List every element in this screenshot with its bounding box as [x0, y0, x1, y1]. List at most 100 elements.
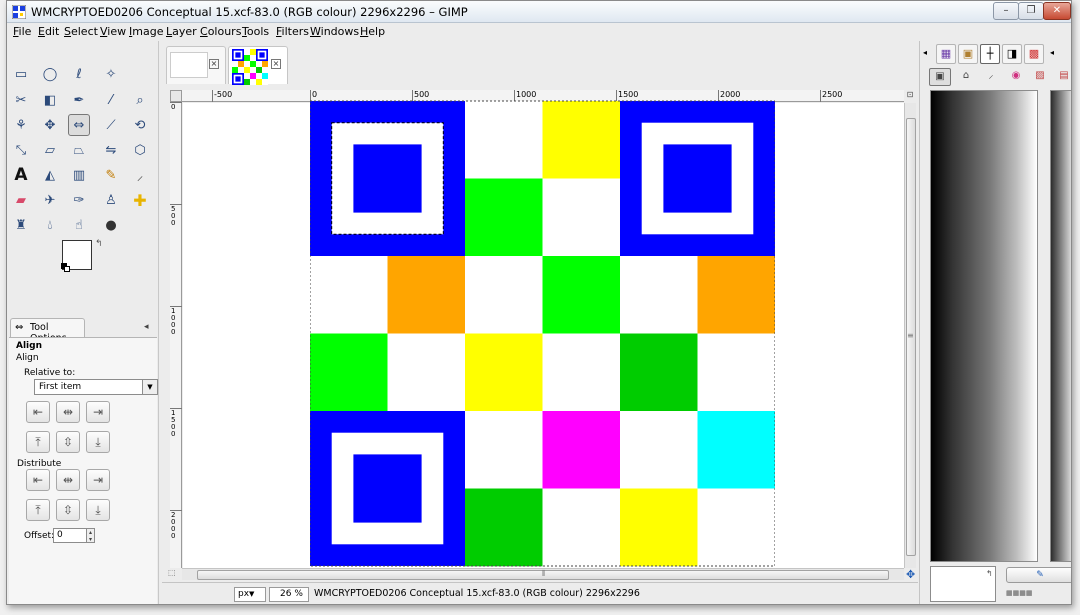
tab-gradients[interactable]: ◨: [1002, 44, 1022, 64]
menu-view[interactable]: View: [100, 25, 126, 38]
image-canvas[interactable]: [310, 100, 775, 567]
crop-tool-icon[interactable]: ⟋: [100, 114, 122, 136]
pencil-tool-icon[interactable]: ✎: [100, 164, 122, 186]
distribute-middle-button[interactable]: ⇳: [56, 499, 80, 521]
horizontal-scrollbar[interactable]: ⦀: [182, 568, 904, 580]
vertical-scrollbar[interactable]: ≡: [904, 103, 916, 568]
paths-tool-icon[interactable]: ✒: [68, 89, 90, 111]
measure-tool-icon[interactable]: ⚘: [10, 114, 32, 136]
foreground-select-icon[interactable]: ◧: [39, 89, 61, 111]
align-tool-icon[interactable]: ⇔: [68, 114, 90, 136]
align-bottom-button[interactable]: ⤓: [86, 431, 110, 453]
perspective-tool-icon[interactable]: ⏢: [68, 139, 90, 161]
tab-fonts[interactable]: ▤: [1053, 68, 1071, 86]
tab-palettes[interactable]: ▩: [1024, 44, 1044, 64]
canvas-cell: [697, 488, 775, 567]
gradient-preview[interactable]: [930, 90, 1038, 562]
eraser-tool-icon[interactable]: ▰: [10, 189, 32, 211]
ellipse-select-tool-icon[interactable]: ◯: [39, 63, 61, 85]
perspective-clone-icon[interactable]: ♜: [10, 214, 32, 236]
menu-image[interactable]: Image: [129, 25, 163, 38]
menu-tools[interactable]: Tools: [242, 25, 269, 38]
tab-colour-picker[interactable]: ◉: [1005, 68, 1027, 86]
menu-file[interactable]: File: [13, 25, 31, 38]
close-icon[interactable]: ×: [209, 59, 219, 69]
menu-colours[interactable]: Colours: [200, 25, 241, 38]
close-icon[interactable]: ×: [271, 59, 281, 69]
align-middle-button[interactable]: ⇳: [56, 431, 80, 453]
distribute-left-button[interactable]: ⇤: [26, 469, 50, 491]
swap-colors-icon[interactable]: ↰: [95, 239, 103, 249]
dodge-burn-tool-icon[interactable]: ●: [100, 214, 122, 236]
tab-patterns[interactable]: ▦: [936, 44, 956, 64]
distribute-top-button[interactable]: ⤒: [26, 499, 50, 521]
airbrush-tool-icon[interactable]: ✈: [39, 189, 61, 211]
align-top-button[interactable]: ⤒: [26, 431, 50, 453]
tab-menu-icon[interactable]: ◂: [923, 48, 927, 57]
image-tab-2[interactable]: ×: [228, 46, 288, 85]
align-center-button[interactable]: ⇹: [56, 401, 80, 423]
gradient-list-preview[interactable]: [1050, 90, 1071, 562]
quick-mask-icon[interactable]: ⬚: [168, 568, 180, 580]
edit-button[interactable]: ✎: [1006, 567, 1071, 583]
distribute-bottom-button[interactable]: ⤓: [86, 499, 110, 521]
menu-edit[interactable]: Edit: [38, 25, 59, 38]
flip-tool-icon[interactable]: ⇋: [100, 139, 122, 161]
default-colors-icon[interactable]: [61, 263, 71, 273]
lasso-tool-icon[interactable]: ℓ: [68, 63, 90, 85]
shear-tool-icon[interactable]: ▱: [39, 139, 61, 161]
menu-select[interactable]: Select: [64, 25, 98, 38]
cage-transform-icon[interactable]: ⬡: [129, 139, 151, 161]
fuzzy-select-tool-icon[interactable]: ✧: [100, 63, 122, 85]
zoom-tool-icon[interactable]: ⌕: [129, 89, 151, 111]
blur-tool-icon[interactable]: 💧︎: [39, 214, 61, 236]
align-left-button[interactable]: ⇤: [26, 401, 50, 423]
tab-device-status[interactable]: ⌂: [955, 68, 977, 86]
vertical-ruler[interactable]: 0 500 1000 1500 2000: [170, 102, 182, 568]
heal-tool-icon[interactable]: ✚: [129, 189, 151, 211]
tab-brush-dynamics[interactable]: ⸝: [980, 68, 1002, 86]
move-tool-icon[interactable]: ✥: [39, 114, 61, 136]
menu-layer[interactable]: Layer: [166, 25, 197, 38]
unit-select[interactable]: px▼: [234, 587, 266, 602]
zoom-image-icon[interactable]: ⊡: [904, 90, 916, 102]
tab-brushes[interactable]: ┼: [980, 44, 1000, 64]
maximize-button[interactable]: ❐: [1018, 2, 1044, 20]
tab-colours[interactable]: ▨: [1029, 68, 1051, 86]
ruler-label: 0: [171, 103, 176, 111]
scissors-tool-icon[interactable]: ✂: [10, 89, 32, 111]
bucket-fill-tool-icon[interactable]: ◭: [39, 164, 61, 186]
menu-filters[interactable]: Filters: [276, 25, 309, 38]
align-right-button[interactable]: ⇥: [86, 401, 110, 423]
relative-to-select[interactable]: First item ▼: [34, 379, 158, 395]
paintbrush-tool-icon[interactable]: ⸝: [129, 164, 151, 186]
tab-tool-presets[interactable]: ▣: [929, 68, 951, 86]
distribute-right-button[interactable]: ⇥: [86, 469, 110, 491]
clone-tool-icon[interactable]: ♙: [100, 189, 122, 211]
zoom-select[interactable]: 26 %: [269, 587, 309, 602]
rotate-tool-icon[interactable]: ⟲: [129, 114, 151, 136]
tab-menu-icon[interactable]: ◂: [144, 322, 149, 332]
image-tab-1[interactable]: ×: [166, 46, 226, 84]
color-picker-tool-icon[interactable]: ⁄: [100, 89, 122, 111]
offset-stepper[interactable]: ▴ ▾: [87, 528, 95, 543]
tab-gradients-preset[interactable]: ▣: [958, 44, 978, 64]
ruler-corner[interactable]: [170, 90, 182, 102]
scale-tool-icon[interactable]: ⤡: [10, 139, 32, 161]
navigate-icon[interactable]: ✥: [906, 568, 915, 581]
tab-tool-options[interactable]: ⇔ Tool Options: [10, 318, 85, 344]
minimize-button[interactable]: –: [993, 2, 1019, 20]
distribute-center-button[interactable]: ⇹: [56, 469, 80, 491]
smudge-tool-icon[interactable]: ☝: [68, 214, 90, 236]
text-tool-icon[interactable]: A: [10, 164, 32, 186]
ink-tool-icon[interactable]: ✑: [68, 189, 90, 211]
finder-pattern-top-left: [235, 52, 241, 58]
canvas-cell: [310, 333, 388, 412]
menu-help[interactable]: Help: [360, 25, 385, 38]
menu-windows[interactable]: Windows: [310, 25, 359, 38]
tab-menu-icon[interactable]: ◂: [1050, 48, 1054, 57]
blend-tool-icon[interactable]: ▥: [68, 164, 90, 186]
offset-input[interactable]: 0: [53, 528, 87, 543]
close-button[interactable]: ✕: [1043, 2, 1071, 20]
rect-select-tool-icon[interactable]: ▭: [10, 63, 32, 85]
